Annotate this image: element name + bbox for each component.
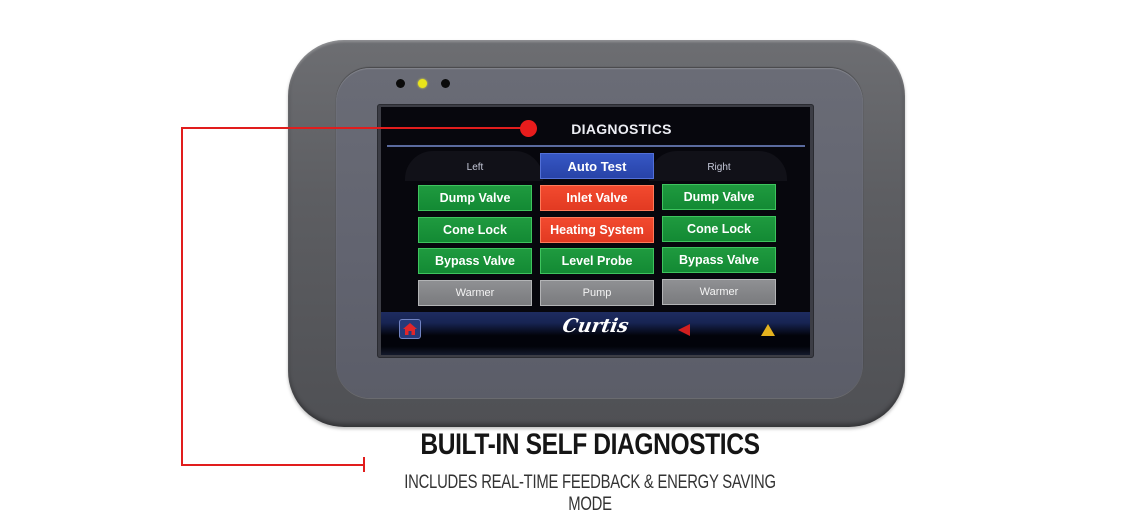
left-warmer-button[interactable]: Warmer — [418, 280, 532, 306]
column-label-right: Right — [707, 162, 731, 173]
right-warmer-button[interactable]: Warmer — [662, 279, 776, 305]
callout-line-vertical — [181, 127, 183, 466]
caption-title: BUILT-IN SELF DIAGNOSTICS — [420, 428, 760, 461]
left-dump-valve-button[interactable]: Dump Valve — [418, 185, 532, 211]
right-bypass-valve-button[interactable]: Bypass Valve — [662, 247, 776, 273]
right-dump-valve-button[interactable]: Dump Valve — [662, 184, 776, 210]
touch-screen: DIAGNOSTICS Left Auto Test Right Dump Va… — [381, 107, 810, 355]
home-icon — [403, 323, 417, 335]
callout-line-bottom — [181, 464, 364, 466]
warning-triangle-icon[interactable] — [761, 324, 775, 336]
column-label-left: Left — [466, 162, 484, 173]
callout-dot — [520, 120, 537, 137]
right-cone-lock-button[interactable]: Cone Lock — [662, 216, 776, 242]
pump-button[interactable]: Pump — [540, 280, 654, 306]
inlet-valve-button[interactable]: Inlet Valve — [540, 185, 654, 211]
heating-system-button[interactable]: Heating System — [540, 217, 654, 243]
caption-subtitle: INCLUDES REAL-TIME FEEDBACK & ENERGY SAV… — [404, 472, 776, 515]
curtis-logo: Curtis — [560, 315, 631, 337]
level-probe-button[interactable]: Level Probe — [540, 248, 654, 274]
home-button[interactable] — [399, 319, 421, 339]
auto-test-button[interactable]: Auto Test — [540, 153, 654, 179]
screen-title: DIAGNOSTICS — [381, 121, 810, 137]
indicator-led-1 — [396, 79, 405, 88]
callout-line-end-tick — [363, 457, 365, 472]
left-bypass-valve-button[interactable]: Bypass Valve — [418, 248, 532, 274]
left-cone-lock-button[interactable]: Cone Lock — [418, 217, 532, 243]
callout-line-top — [181, 127, 524, 129]
screen-title-text: DIAGNOSTICS — [571, 121, 672, 137]
back-arrow-icon[interactable] — [678, 324, 690, 336]
title-divider — [387, 145, 805, 147]
indicator-led-3 — [441, 79, 450, 88]
indicator-led-2 — [418, 79, 427, 88]
